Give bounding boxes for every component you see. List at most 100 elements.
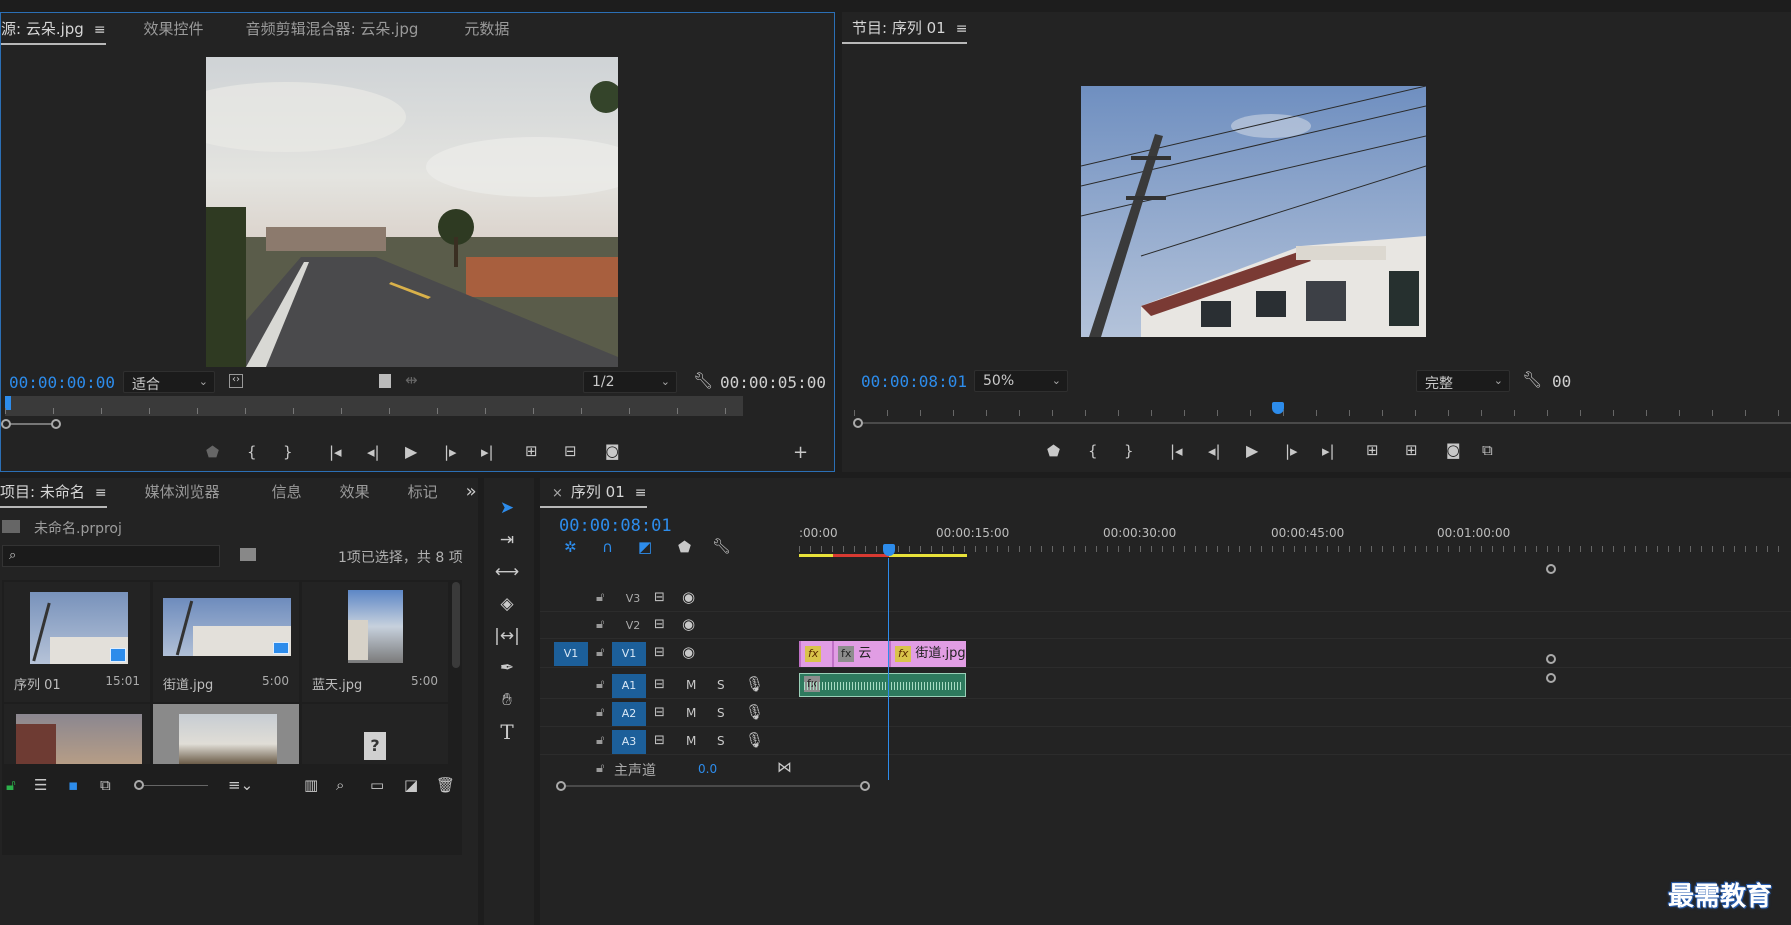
- menu-icon[interactable]: ≡: [635, 477, 647, 509]
- track-select-tool-icon[interactable]: ⇥: [492, 526, 522, 554]
- eye-icon[interactable]: ◉: [682, 590, 695, 605]
- mute-button[interactable]: M: [686, 679, 696, 691]
- mute-button[interactable]: M: [686, 735, 696, 747]
- source-patch-v1[interactable]: V1: [554, 642, 588, 666]
- track-name[interactable]: A3: [612, 730, 646, 754]
- menu-icon[interactable]: ≡: [94, 14, 106, 46]
- new-search-bin-icon[interactable]: [240, 548, 256, 561]
- track-name[interactable]: V2: [618, 614, 648, 638]
- step-forward-icon[interactable]: |▸: [1285, 444, 1298, 459]
- lock-track-icon[interactable]: 🔓︎: [596, 646, 604, 659]
- track-name[interactable]: V3: [618, 587, 648, 611]
- menu-icon[interactable]: ≡: [95, 477, 107, 509]
- timeline-clip[interactable]: fx: [799, 641, 832, 667]
- lock-track-icon[interactable]: 🔓︎: [596, 706, 604, 719]
- track-name[interactable]: A1: [612, 674, 646, 698]
- solo-button[interactable]: S: [717, 707, 725, 719]
- tab-effect-controls[interactable]: 效果控件: [130, 13, 218, 49]
- search-input[interactable]: ⌕: [2, 545, 220, 567]
- microphone-icon[interactable]: 🎙︎: [745, 677, 764, 692]
- tab-source[interactable]: 源: 云朵.jpg ≡: [1, 13, 120, 49]
- lock-track-icon[interactable]: 🔓︎: [596, 762, 604, 775]
- tab-markers[interactable]: 标记: [394, 476, 452, 512]
- project-item[interactable]: 序列 01 15:01: [4, 582, 150, 702]
- play-icon[interactable]: ▶: [405, 444, 417, 460]
- icon-view-icon[interactable]: ▪: [68, 778, 78, 793]
- drag-video-icon[interactable]: [379, 374, 391, 388]
- step-back-icon[interactable]: ◂|: [1208, 444, 1221, 459]
- overwrite-icon[interactable]: ⊟: [564, 444, 577, 459]
- tab-program[interactable]: 节目: 序列 01 ≡: [842, 12, 981, 48]
- lock-track-icon[interactable]: 🔓︎: [596, 618, 604, 631]
- microphone-icon[interactable]: 🎙︎: [745, 705, 764, 720]
- compare-view-icon[interactable]: ⧉: [1482, 443, 1493, 458]
- new-item-icon[interactable]: ◪: [404, 778, 418, 793]
- lift-icon[interactable]: ⊞: [1366, 443, 1379, 458]
- zoom-dropdown[interactable]: 50% ⌄: [974, 370, 1068, 392]
- mark-in-icon[interactable]: {: [1088, 444, 1098, 459]
- timeline-horizontal-scroll[interactable]: [556, 781, 870, 791]
- audio-clip[interactable]: fx: [799, 673, 966, 697]
- insert-icon[interactable]: ⊞: [525, 444, 538, 459]
- timeline-settings-icon[interactable]: 🔧︎: [712, 539, 731, 554]
- go-to-in-icon[interactable]: |◂: [329, 445, 342, 460]
- quality-dropdown[interactable]: 完整 ⌄: [1416, 370, 1510, 392]
- scroll-handle-right[interactable]: [860, 781, 870, 791]
- trash-icon[interactable]: 🗑︎: [436, 778, 455, 793]
- project-item[interactable]: ?: [302, 704, 448, 764]
- source-timecode-in[interactable]: 00:00:00:00: [9, 373, 115, 392]
- tab-sequence[interactable]: × 序列 01 ≡: [540, 476, 661, 512]
- zoom-handle-left[interactable]: [853, 418, 863, 428]
- slip-tool-icon[interactable]: |↔|: [492, 622, 522, 650]
- go-to-out-icon[interactable]: ▸|: [481, 445, 494, 460]
- solo-button[interactable]: S: [717, 679, 725, 691]
- sync-lock-icon[interactable]: ⊟: [654, 618, 665, 631]
- track-name[interactable]: V1: [612, 642, 646, 666]
- solo-button[interactable]: S: [717, 735, 725, 747]
- source-time-ruler[interactable]: [5, 396, 743, 416]
- program-playhead[interactable]: [1272, 402, 1284, 414]
- audio-scroll-handle-top[interactable]: [1546, 673, 1556, 683]
- video-scroll-handle-top[interactable]: [1546, 564, 1556, 574]
- zoom-handle-left[interactable]: [1, 419, 11, 429]
- resolution-dropdown[interactable]: 1/2 ⌄: [583, 371, 677, 393]
- timeline-playhead-head[interactable]: [883, 544, 895, 556]
- play-icon[interactable]: ▶: [1246, 443, 1258, 459]
- project-item[interactable]: 蓝天.jpg 5:00: [302, 582, 448, 702]
- razor-tool-icon[interactable]: ◈: [492, 590, 522, 618]
- mark-in-icon[interactable]: {: [247, 445, 257, 460]
- mark-out-icon[interactable]: }: [1124, 444, 1134, 459]
- camera-icon[interactable]: ◙: [1446, 443, 1461, 458]
- project-item[interactable]: [4, 704, 150, 764]
- sync-lock-icon[interactable]: ⊟: [654, 734, 665, 747]
- scroll-handle-left[interactable]: [556, 781, 566, 791]
- timeline-clip[interactable]: fx 街道.jpg: [889, 641, 966, 667]
- sync-lock-icon[interactable]: ⊟: [654, 591, 665, 604]
- eye-icon[interactable]: ◉: [682, 617, 695, 632]
- video-scroll-handle-bottom[interactable]: [1546, 654, 1556, 664]
- pen-tool-icon[interactable]: ✒: [492, 654, 522, 682]
- extract-icon[interactable]: ⊞: [1405, 443, 1418, 458]
- zoom-slider[interactable]: [134, 780, 208, 790]
- tab-project[interactable]: 项目: 未命名 ≡: [0, 476, 121, 512]
- mute-button[interactable]: M: [686, 707, 696, 719]
- tab-metadata[interactable]: 元数据: [450, 13, 523, 49]
- sort-icon[interactable]: ≡⌄: [228, 778, 253, 793]
- timeline-timecode[interactable]: 00:00:08:01: [559, 516, 672, 536]
- timeline-clip[interactable]: fx 云: [832, 641, 889, 667]
- tab-media-browser[interactable]: 媒体浏览器: [131, 476, 234, 512]
- find-icon[interactable]: ⌕: [336, 778, 344, 793]
- tab-info[interactable]: 信息: [258, 476, 316, 512]
- hand-tool-icon[interactable]: ✋︎: [492, 686, 522, 714]
- zoom-handle-right[interactable]: [51, 419, 61, 429]
- selection-tool-icon[interactable]: ➤: [492, 494, 522, 522]
- linked-selection-icon[interactable]: ◩: [638, 540, 652, 555]
- list-view-icon[interactable]: ☰: [34, 778, 47, 793]
- project-item[interactable]: 街道.jpg 5:00: [153, 582, 299, 702]
- wrench-icon[interactable]: 🔧︎: [1522, 372, 1542, 388]
- new-bin-icon[interactable]: ▭: [370, 778, 384, 793]
- step-back-icon[interactable]: ◂|: [367, 445, 380, 460]
- wrench-icon[interactable]: 🔧︎: [693, 373, 713, 389]
- marker-icon[interactable]: ⬟: [206, 445, 219, 460]
- go-to-in-icon[interactable]: |◂: [1170, 444, 1183, 459]
